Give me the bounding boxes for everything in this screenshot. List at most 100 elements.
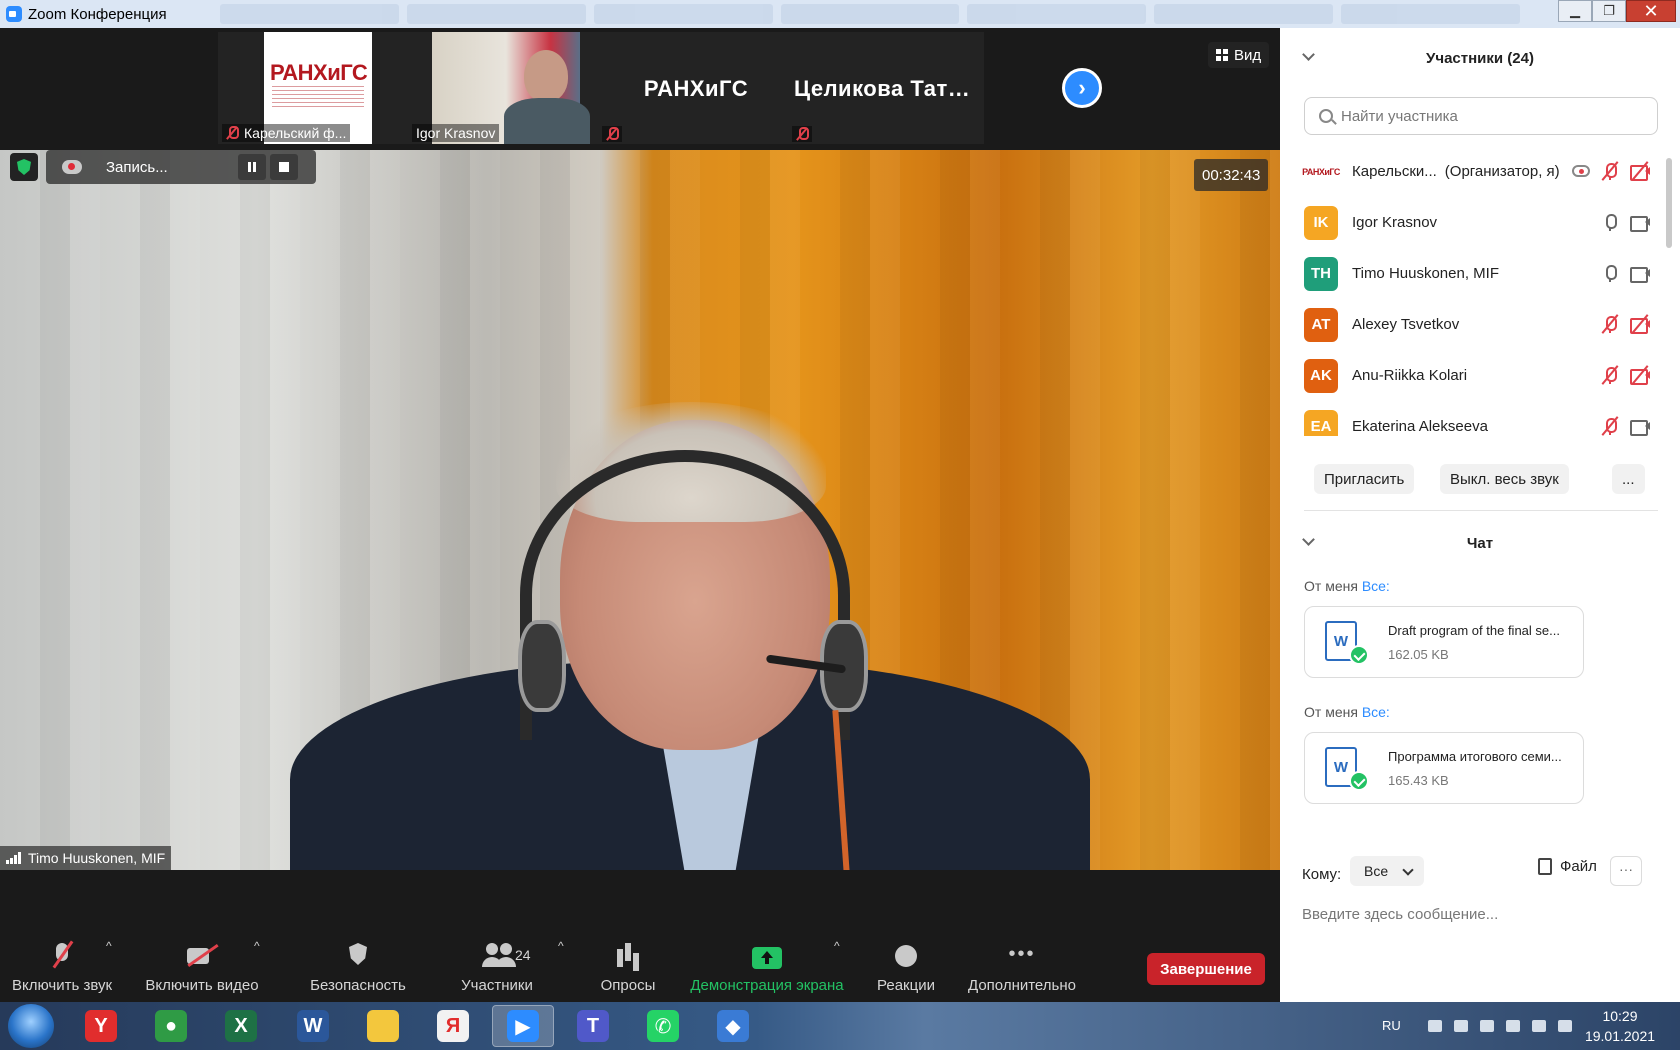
chrome-icon[interactable]: ● — [140, 1005, 202, 1047]
video-off-icon[interactable] — [1630, 365, 1650, 385]
end-meeting-button[interactable]: Завершение — [1147, 953, 1265, 985]
chat-message-input[interactable]: Введите здесь сообщение... — [1302, 906, 1498, 923]
audio-options-caret[interactable]: ^ — [106, 939, 112, 953]
chat-file-card[interactable]: W Draft program of the final se... 162.0… — [1304, 606, 1584, 678]
close-button[interactable]: ✕ — [1626, 0, 1676, 22]
chat-more-button[interactable]: ··· — [1610, 856, 1642, 886]
chat-file-card[interactable]: W Программа итогового семи... 165.43 KB — [1304, 732, 1584, 804]
file-name: Draft program of the final se... — [1388, 623, 1560, 638]
clock[interactable]: 10:29 19.01.2021 — [1570, 1006, 1670, 1046]
folder-icon[interactable] — [352, 1005, 414, 1047]
share-screen-button[interactable]: Демонстрация экрана — [686, 915, 848, 1002]
mic-muted-icon[interactable] — [1600, 416, 1620, 436]
minimize-button[interactable]: ▁ — [1558, 0, 1592, 22]
start-video-button[interactable]: Включить видео — [140, 915, 264, 1002]
polls-button[interactable]: Опросы — [596, 915, 660, 1002]
whatsapp-icon[interactable]: ✆ — [632, 1005, 694, 1047]
avatar: EA — [1304, 409, 1338, 436]
reactions-button[interactable]: Реакции — [872, 915, 940, 1002]
video-options-caret[interactable]: ^ — [254, 939, 260, 953]
mute-all-button[interactable]: Выкл. весь звук — [1440, 464, 1569, 494]
excel-icon[interactable]: X — [210, 1005, 272, 1047]
mic-icon[interactable] — [1600, 213, 1620, 231]
mic-muted-icon[interactable] — [1600, 314, 1620, 334]
mic-muted-icon[interactable] — [1600, 365, 1620, 385]
thumbnail-tile[interactable]: РАНХиГС — [598, 32, 794, 144]
participants-more-button[interactable]: ... — [1612, 464, 1645, 494]
meeting-toolbar: Включить звук ^ Включить видео ^ Безопас… — [0, 915, 1280, 1002]
thumbnail-tile[interactable]: РАНХиГС Карельский ф... — [218, 32, 414, 144]
more-icon — [1007, 941, 1037, 969]
speaker-name-label: Timo Huuskonen, MIF — [0, 846, 172, 870]
network-icon[interactable] — [1506, 1020, 1520, 1032]
participant-row[interactable]: РАНХиГС Карельски... (Организатор, я) — [1280, 146, 1668, 197]
chat-recipient-link[interactable]: Все: — [1362, 578, 1390, 594]
yandex-browser-icon[interactable]: Y — [70, 1005, 132, 1047]
thumbnail-name — [792, 126, 812, 142]
participants-header[interactable]: Участники (24) — [1280, 38, 1680, 78]
send-file-button[interactable]: Файл — [1538, 858, 1597, 875]
zoom-icon[interactable]: ▶ — [492, 1005, 554, 1047]
cloud-recording-icon — [1572, 165, 1590, 177]
participant-search-input[interactable]: Найти участника — [1304, 97, 1658, 135]
share-options-caret[interactable]: ^ — [834, 939, 840, 953]
stop-icon — [279, 162, 289, 172]
video-icon[interactable] — [1630, 417, 1650, 436]
next-page-arrow-icon[interactable]: › — [1062, 68, 1102, 108]
participant-row[interactable]: AT Alexey Tsvetkov — [1280, 299, 1668, 350]
maximize-button[interactable]: ❐ — [1592, 0, 1626, 22]
thumbnail-tile[interactable]: Целикова Тать... — [788, 32, 984, 144]
recipient-select[interactable]: Все — [1350, 856, 1424, 886]
chat-header[interactable]: Чат — [1280, 523, 1680, 563]
participant-row[interactable]: IK Igor Krasnov — [1280, 197, 1668, 248]
chevron-down-icon[interactable] — [1302, 533, 1315, 546]
video-off-icon[interactable] — [1630, 314, 1650, 334]
volume-icon[interactable] — [1454, 1020, 1468, 1032]
view-button[interactable]: Вид — [1208, 42, 1270, 68]
start-button[interactable] — [8, 1004, 54, 1048]
skype-like-icon[interactable]: ◆ — [702, 1005, 764, 1047]
video-off-icon[interactable] — [1630, 161, 1650, 181]
participant-row[interactable]: TH Timo Huuskonen, MIF — [1280, 248, 1668, 299]
video-off-icon — [187, 941, 217, 969]
invite-button[interactable]: Пригласить — [1314, 464, 1415, 494]
thumbnail-center-name: Целикова Тать... — [794, 76, 982, 101]
participants-count: 24 — [515, 947, 531, 963]
chevron-down-icon[interactable] — [1302, 48, 1315, 61]
search-icon — [1319, 109, 1333, 123]
mic-icon[interactable] — [1600, 264, 1620, 282]
yandex-icon[interactable]: Я — [422, 1005, 484, 1047]
pause-recording-button[interactable] — [238, 154, 266, 180]
avatar: TH — [1304, 256, 1338, 291]
file-name: Программа итогового семи... — [1388, 749, 1562, 764]
participant-row[interactable]: EA Ekaterina Alekseeva — [1280, 401, 1668, 436]
avatar: AK — [1304, 358, 1338, 393]
mic-muted-icon[interactable] — [1600, 161, 1620, 181]
stop-recording-button[interactable] — [270, 154, 298, 180]
security-button[interactable]: Безопасность — [306, 915, 410, 1002]
avatar: AT — [1304, 307, 1338, 342]
more-button[interactable]: Дополнительно — [964, 915, 1080, 1002]
word-icon[interactable]: W — [282, 1005, 344, 1047]
teams-icon[interactable]: T — [562, 1005, 624, 1047]
tray-expand-icon[interactable] — [1428, 1020, 1442, 1032]
participants-options-caret[interactable]: ^ — [558, 939, 564, 953]
side-panel: Участники (24) Найти участника РАНХиГС К… — [1280, 28, 1680, 1002]
chat-recipient-link[interactable]: Все: — [1362, 704, 1390, 720]
file-icon — [1538, 858, 1552, 875]
share-screen-icon — [752, 947, 782, 969]
power-icon[interactable] — [1532, 1020, 1546, 1032]
video-icon[interactable] — [1630, 213, 1650, 232]
language-indicator[interactable]: RU — [1382, 1018, 1401, 1033]
participant-row[interactable]: AK Anu-Riikka Kolari — [1280, 350, 1668, 401]
participants-scrollbar[interactable] — [1666, 158, 1672, 248]
person-head — [524, 50, 568, 102]
video-icon[interactable] — [1630, 264, 1650, 283]
participants-list: РАНХиГС Карельски... (Организатор, я) IK… — [1280, 146, 1668, 436]
thumbnail-name: Igor Krasnov — [412, 124, 500, 142]
thumbnail-tile[interactable]: Igor Krasnov — [408, 32, 604, 144]
dropbox-icon[interactable] — [1480, 1020, 1494, 1032]
file-size: 162.05 KB — [1388, 647, 1449, 662]
security-verified-icon[interactable] — [10, 153, 38, 181]
unmute-button[interactable]: Включить звук — [12, 915, 112, 1002]
